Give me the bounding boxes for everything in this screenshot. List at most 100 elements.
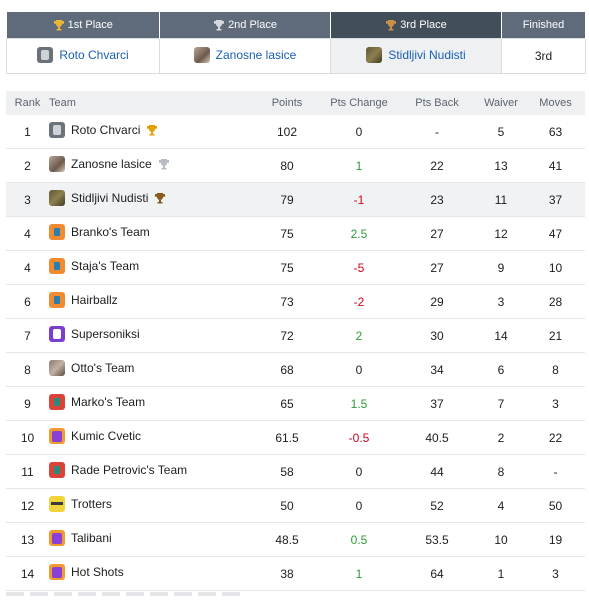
points-cell: 75 [254,250,320,285]
rank-cell: 3 [6,182,49,217]
points-cell: 48.5 [254,522,320,557]
team-name[interactable]: Roto Chvarci [71,123,140,137]
rank-cell: 7 [6,318,49,353]
team-name[interactable]: Staja's Team [71,259,139,273]
team-link[interactable]: Zanosne lasice [216,48,297,62]
team-name[interactable]: Trotters [71,497,112,511]
second-place-team[interactable]: Zanosne lasice [159,38,331,74]
team-cell[interactable]: Stidljivi Nudisti [49,182,254,217]
team-avatar-icon [49,224,65,240]
team-avatar-icon [49,190,65,206]
team-cell[interactable]: Rade Petrovic's Team [49,454,254,489]
team-cell[interactable]: Otto's Team [49,352,254,387]
team-name[interactable]: Stidljivi Nudisti [71,191,148,205]
moves-cell: 19 [526,522,585,557]
col-team[interactable]: Team [49,91,254,115]
team-cell[interactable]: Marko's Team [49,386,254,421]
team-name[interactable]: Kumic Cvetic [71,429,141,443]
back-cell: 30 [398,318,476,353]
third-place-team[interactable]: Stidljivi Nudisti [330,38,502,74]
team-name[interactable]: Marko's Team [71,395,145,409]
table-row: 12 Trotters 50 0 52 4 50 [6,488,585,523]
first-place-team[interactable]: Roto Chvarci [6,38,160,74]
points-cell: 80 [254,148,320,183]
team-avatar-icon [193,46,210,63]
team-link[interactable]: Stidljivi Nudisti [388,48,465,62]
team-cell[interactable]: Zanosne lasice [49,148,254,183]
waiver-cell: 5 [476,115,526,149]
table-row: 1 Roto Chvarci 102 0 - 5 63 [6,115,585,149]
table-row: 13 Talibani 48.5 0.5 53.5 10 19 [6,522,585,557]
moves-cell: 37 [526,182,585,217]
moves-cell: 63 [526,115,585,149]
team-name[interactable]: Otto's Team [71,361,134,375]
waiver-cell: 11 [476,182,526,217]
rank-cell: 2 [6,148,49,183]
team-name[interactable]: Rade Petrovic's Team [71,463,187,477]
team-avatar-icon [49,530,65,546]
moves-cell: 21 [526,318,585,353]
team-cell[interactable]: Branko's Team [49,216,254,251]
rank-cell: 4 [6,216,49,251]
team-name[interactable]: Talibani [71,531,112,545]
back-cell: 52 [398,488,476,523]
team-avatar-icon [49,428,65,444]
back-cell: 53.5 [398,522,476,557]
team-name[interactable]: Supersoniksi [71,327,140,341]
back-cell: - [398,115,476,149]
team-name[interactable]: Branko's Team [71,225,150,239]
points-cell: 38 [254,556,320,591]
places-header-row: 1st Place 2nd Place 3rd Place Finished [6,12,586,39]
back-cell: 27 [398,250,476,285]
team-cell[interactable]: Supersoniksi [49,318,254,353]
third-place-header: 3rd Place [330,12,502,39]
finished-header: Finished [501,12,586,39]
moves-cell: 47 [526,216,585,251]
bronze-trophy-icon [386,20,397,31]
change-cell: 2.5 [320,216,398,251]
finished-value: 3rd [501,38,586,74]
rank-cell: 9 [6,386,49,421]
table-row: 4 Staja's Team 75 -5 27 9 10 [6,250,585,285]
team-avatar-icon [49,496,65,512]
silver-trophy-icon [158,159,169,170]
team-cell[interactable]: Kumic Cvetic [49,420,254,455]
col-points[interactable]: Points [254,91,320,115]
team-name[interactable]: Hairballz [71,293,118,307]
places-table: 1st Place 2nd Place 3rd Place Finished R… [6,12,586,74]
team-name[interactable]: Hot Shots [71,565,124,579]
col-moves[interactable]: Moves [526,91,585,115]
team-avatar-icon [49,360,65,376]
waiver-cell: 7 [476,386,526,421]
team-cell[interactable]: Roto Chvarci [49,115,254,149]
col-waiver[interactable]: Waiver [476,91,526,115]
team-name[interactable]: Zanosne lasice [71,157,152,171]
col-rank[interactable]: Rank [6,91,49,115]
points-cell: 65 [254,386,320,421]
team-cell[interactable]: Trotters [49,488,254,523]
team-link[interactable]: Roto Chvarci [59,48,128,62]
rank-cell: 4 [6,250,49,285]
team-avatar-icon [49,326,65,342]
col-pts-change[interactable]: Pts Change [320,91,398,115]
change-cell: -5 [320,250,398,285]
table-row: 14 Hot Shots 38 1 64 1 3 [6,556,585,591]
team-avatar-icon [49,122,65,138]
change-cell: 0 [320,115,398,149]
col-pts-back[interactable]: Pts Back [398,91,476,115]
change-cell: 1 [320,556,398,591]
moves-cell: - [526,454,585,489]
back-cell: 29 [398,284,476,319]
waiver-cell: 12 [476,216,526,251]
change-cell: -1 [320,182,398,217]
waiver-cell: 8 [476,454,526,489]
places-value-row: Roto Chvarci Zanosne lasice Stidljivi Nu… [6,38,586,74]
team-cell[interactable]: Hot Shots [49,556,254,591]
points-cell: 72 [254,318,320,353]
team-cell[interactable]: Staja's Team [49,250,254,285]
team-cell[interactable]: Talibani [49,522,254,557]
waiver-cell: 9 [476,250,526,285]
table-row: 7 Supersoniksi 72 2 30 14 21 [6,318,585,353]
team-cell[interactable]: Hairballz [49,284,254,319]
rank-cell: 11 [6,454,49,489]
